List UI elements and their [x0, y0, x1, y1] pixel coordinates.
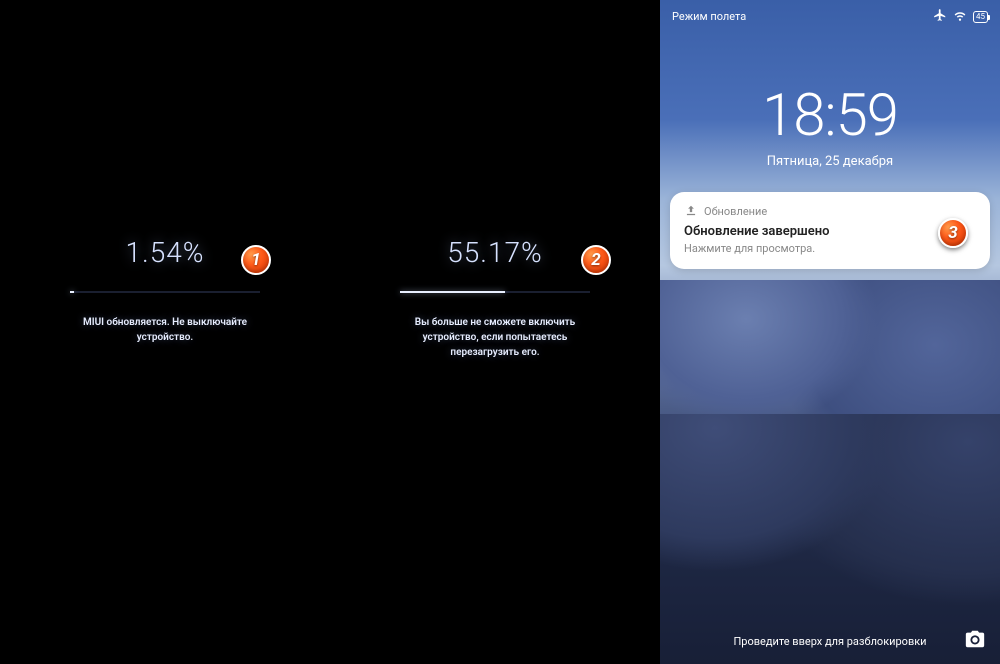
clock-block: 18:59 Пятница, 25 декабря [660, 82, 1000, 169]
screenshot-canvas: 1.54% MIUI обновляется. Не выключайте ус… [0, 0, 1000, 664]
progress-bar [400, 291, 590, 293]
badge-number: 3 [948, 223, 957, 243]
progress-percent: 1.54% [126, 236, 205, 269]
update-icon [684, 204, 698, 218]
notification-title: Обновление завершено [684, 224, 976, 239]
callout-badge-2: 2 [581, 245, 611, 275]
airplane-icon [933, 8, 947, 25]
clock-date: Пятница, 25 декабря [660, 154, 1000, 169]
progress-bar [70, 291, 260, 293]
unlock-hint: Проведите вверх для разблокировки [660, 635, 1000, 648]
callout-badge-3: 3 [938, 218, 968, 248]
battery-indicator: 45 [973, 11, 988, 23]
notification-body: Нажмите для просмотра. [684, 242, 976, 255]
progress-fill [70, 291, 74, 293]
lockscreen-panel: Режим полета 45 18:59 Пятница, 25 декабр… [660, 0, 1000, 664]
badge-number: 1 [251, 250, 260, 270]
camera-button[interactable] [964, 628, 986, 650]
badge-number: 2 [591, 250, 600, 270]
wifi-icon [953, 8, 967, 25]
callout-badge-1: 1 [241, 245, 271, 275]
progress-fill [400, 291, 505, 293]
progress-percent: 55.17% [447, 236, 543, 269]
update-message: MIUI обновляется. Не выключайте устройст… [83, 315, 247, 345]
update-panel-1: 1.54% MIUI обновляется. Не выключайте ус… [0, 0, 330, 664]
clock-time: 18:59 [660, 82, 1000, 150]
notification-app-name: Обновление [704, 205, 767, 218]
notification-app-row: Обновление [684, 204, 976, 218]
status-mode-label: Режим полета [672, 10, 746, 23]
update-message: Вы больше не сможете включить устройство… [415, 315, 575, 360]
lockscreen[interactable]: Режим полета 45 18:59 Пятница, 25 декабр… [660, 0, 1000, 664]
status-bar: Режим полета 45 [672, 8, 988, 25]
update-panel-2: 55.17% Вы больше не сможете включить уст… [330, 0, 660, 664]
battery-level: 45 [976, 12, 985, 21]
wallpaper-dunes-front [660, 414, 1000, 664]
